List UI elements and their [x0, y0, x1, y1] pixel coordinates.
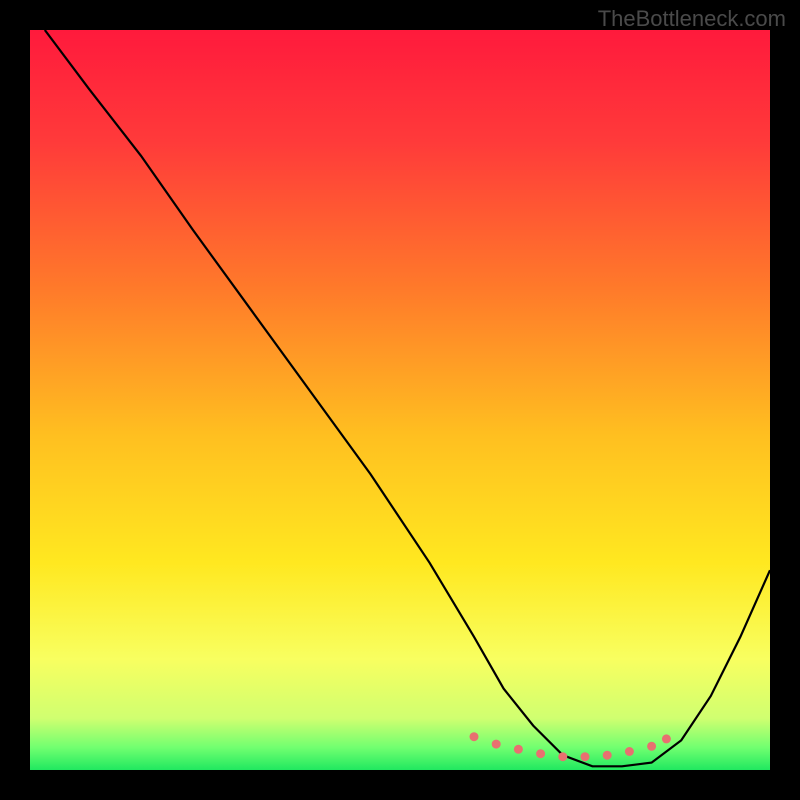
chart-plot-area	[30, 30, 770, 770]
gradient-background	[30, 30, 770, 770]
watermark-text: TheBottleneck.com	[598, 6, 786, 32]
